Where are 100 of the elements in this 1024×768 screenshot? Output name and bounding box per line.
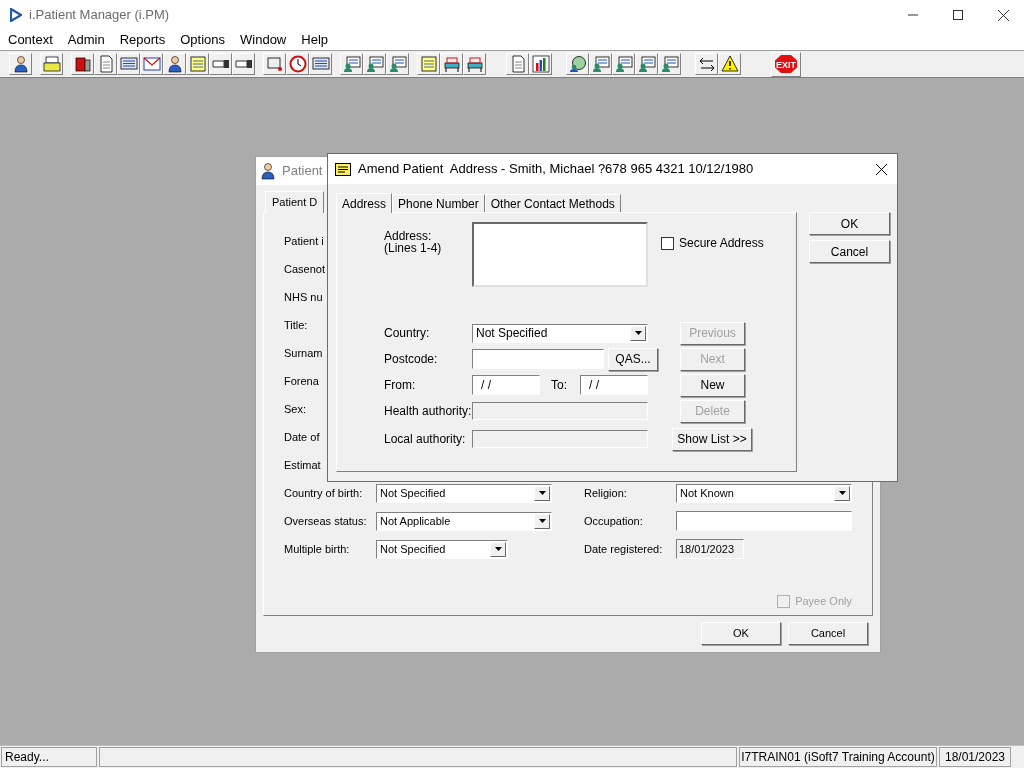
- show-list-button[interactable]: Show List >>: [672, 427, 752, 451]
- caret-icon: [538, 491, 546, 495]
- globe-icon: [568, 55, 587, 73]
- book-icon: [73, 55, 92, 73]
- person-screen-icon: [591, 55, 610, 73]
- person-icon: [165, 55, 184, 73]
- field-label: Casenot: [284, 261, 325, 277]
- field-label: Overseas status:: [284, 513, 368, 529]
- printer-icon: [42, 55, 61, 73]
- toolbar-button[interactable]: [163, 53, 186, 75]
- person-screen-icon: [637, 55, 656, 73]
- bed-icon: [465, 55, 484, 73]
- maximize-icon[interactable]: [953, 10, 963, 20]
- close-icon[interactable]: [998, 9, 1009, 21]
- field-label: Date of: [284, 429, 320, 445]
- tab[interactable]: Other Contact Methods: [484, 194, 621, 212]
- ok-button[interactable]: OK: [809, 212, 890, 235]
- field-label: Forena: [284, 373, 319, 389]
- toolbar-button[interactable]: [117, 53, 140, 75]
- toolbar-button[interactable]: [529, 53, 552, 75]
- qas-button[interactable]: QAS...: [608, 347, 658, 371]
- toolbar-button[interactable]: [232, 53, 255, 75]
- toolbar-button[interactable]: [695, 53, 718, 75]
- dropdown[interactable]: Not Known: [676, 483, 852, 503]
- field-label: Address:: [384, 230, 433, 242]
- caret-icon: [838, 491, 846, 495]
- status-date: 18/01/2023: [939, 747, 1011, 767]
- arrows-icon: [697, 55, 716, 73]
- menu-item[interactable]: Help: [300, 30, 329, 50]
- monitor-icon: [119, 55, 138, 73]
- checkbox-label: Secure Address: [679, 235, 764, 252]
- envelope-icon: [142, 55, 161, 73]
- bed-icon: [442, 55, 461, 73]
- toolbar-button[interactable]: [463, 53, 486, 75]
- person-screen-icon: [388, 55, 407, 73]
- checkbox-label: Payee Only: [795, 594, 852, 609]
- ok-button[interactable]: OK: [701, 622, 781, 645]
- tab[interactable]: Address: [336, 193, 393, 213]
- field-label: Country:: [384, 325, 431, 342]
- app-logo-icon: [10, 8, 22, 22]
- toolbar-button[interactable]: [566, 53, 589, 75]
- menu-item[interactable]: Window: [239, 30, 288, 50]
- field-label: Title:: [284, 317, 308, 333]
- toolbar-button[interactable]: [71, 53, 94, 75]
- checkbox[interactable]: [661, 236, 674, 250]
- cancel-button[interactable]: Cancel: [809, 240, 890, 263]
- menu-item[interactable]: Admin: [66, 30, 106, 50]
- menu-item[interactable]: Options: [179, 30, 226, 50]
- menu-item[interactable]: Context: [7, 30, 54, 50]
- field-label: Patient i: [284, 233, 324, 249]
- person-screen-icon: [660, 55, 679, 73]
- text-field[interactable]: [676, 511, 852, 531]
- status-account: I7TRAIN01 (iSoft7 Training Account): [739, 747, 937, 767]
- menu-item[interactable]: Reports: [118, 30, 167, 50]
- caret-icon: [538, 519, 546, 523]
- bar-chart-icon: [531, 55, 550, 73]
- postcode-field[interactable]: [472, 349, 604, 369]
- readonly-field: 18/01/2023: [676, 539, 744, 559]
- field-label: To:: [551, 377, 568, 394]
- field-label: Postcode:: [384, 351, 439, 368]
- address-field[interactable]: [472, 222, 648, 287]
- warning-icon: [720, 55, 739, 73]
- nav-button[interactable]: New: [680, 373, 745, 397]
- person-screen-icon: [365, 55, 384, 73]
- field-label: Local authority:: [384, 431, 467, 448]
- toolbar-button[interactable]: [440, 53, 463, 75]
- field-label: From:: [384, 377, 417, 394]
- dropdown[interactable]: Not Specified: [376, 483, 552, 503]
- dialog-title: Amend Patient Address - Smith, Michael ?678 965 4321 10/12/1980: [358, 160, 754, 179]
- field-label: Estimat: [284, 457, 321, 473]
- note-icon: [188, 55, 207, 73]
- window-title: Patient: [282, 162, 323, 181]
- clock-icon: [288, 55, 307, 73]
- field-label: Health authority:: [384, 403, 472, 420]
- field-label: Sex:: [284, 401, 306, 417]
- dropdown[interactable]: Not Applicable: [376, 511, 552, 531]
- tab[interactable]: Patient D: [265, 191, 325, 213]
- close-icon: [876, 163, 887, 175]
- note-icon: [419, 55, 438, 73]
- field-label: Religion:: [584, 485, 628, 501]
- cancel-button[interactable]: Cancel: [788, 622, 868, 645]
- status-message: Ready...: [1, 747, 97, 767]
- date-field[interactable]: / /: [580, 375, 648, 395]
- app-title: i.Patient Manager (i.PM): [29, 6, 170, 25]
- dropdown[interactable]: Not Specified: [472, 323, 648, 343]
- caret-icon: [494, 547, 502, 551]
- tab[interactable]: Phone Number: [392, 194, 485, 212]
- field-label: (Lines 1-4): [384, 242, 443, 254]
- toolbar-button[interactable]: [718, 53, 741, 75]
- toolbar-button[interactable]: [9, 53, 32, 75]
- toolbar-button[interactable]: [309, 53, 332, 75]
- date-field[interactable]: / /: [472, 375, 540, 395]
- person-screen-icon: [614, 55, 633, 73]
- person-icon: [259, 162, 277, 180]
- person-screen-icon: [342, 55, 361, 73]
- field-label: Surnam: [284, 345, 323, 361]
- card-icon: [335, 162, 351, 176]
- dropdown[interactable]: Not Specified: [376, 539, 508, 559]
- toolbar-button[interactable]: [209, 53, 232, 75]
- field-label: Country of birth:: [284, 485, 364, 501]
